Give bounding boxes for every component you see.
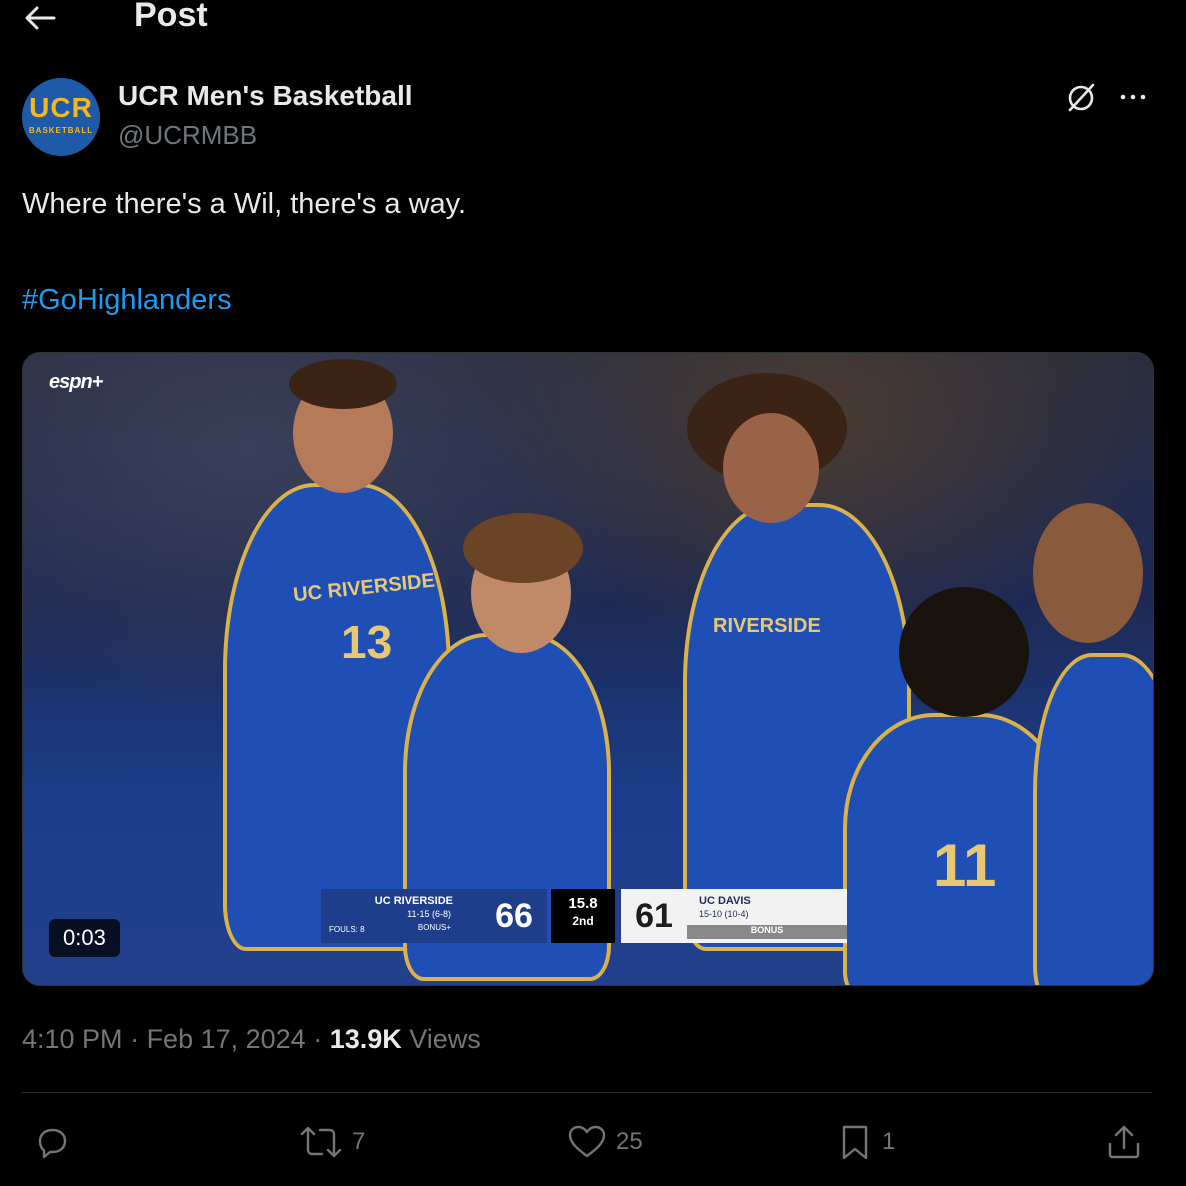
meta-separator: · xyxy=(122,1024,147,1054)
bookmark-icon xyxy=(842,1125,868,1160)
like-count: 25 xyxy=(616,1128,643,1155)
bookmark-button[interactable]: 1 xyxy=(836,1122,895,1162)
hashtag-link[interactable]: #GoHighlanders xyxy=(22,284,232,317)
player-head xyxy=(723,413,819,523)
meta-separator: · xyxy=(305,1024,330,1054)
home-team-record: 11-15 (6-8) xyxy=(407,909,451,919)
video-player[interactable]: UC RIVERSIDE 13 RIVERSIDE 11 espn+ UC RI… xyxy=(22,352,1154,986)
more-options-icon[interactable] xyxy=(1116,80,1150,114)
post-time[interactable]: 4:10 PM xyxy=(22,1024,123,1054)
divider xyxy=(22,1092,1152,1093)
author-handle[interactable]: @UCRMBB xyxy=(118,120,257,151)
avatar-logo-subtext: BASKETBALL xyxy=(28,126,94,135)
scorebug-home: UC RIVERSIDE 11-15 (6-8) FOULS: 8 BONUS+ xyxy=(321,889,481,943)
home-score: 66 xyxy=(481,889,547,943)
repost-button[interactable]: 7 xyxy=(298,1122,365,1162)
home-fouls: FOULS: 8 xyxy=(329,925,365,934)
player-head xyxy=(1033,503,1143,643)
post-meta: 4:10 PM · Feb 17, 2024 · 13.9K Views xyxy=(22,1024,481,1055)
video-duration-badge: 0:03 xyxy=(49,919,120,957)
away-bonus: BONUS xyxy=(687,925,847,939)
back-arrow-icon[interactable] xyxy=(22,2,58,34)
network-logo: espn+ xyxy=(49,371,103,393)
share-button[interactable] xyxy=(1104,1122,1144,1162)
tweet-text: Where there's a Wil, there's a way. xyxy=(22,188,467,220)
reply-icon xyxy=(38,1128,67,1159)
avatar-logo-text: UCR xyxy=(29,92,93,123)
clock-time: 15.8 xyxy=(568,895,598,912)
jersey-number-right: 11 xyxy=(933,832,997,899)
like-button[interactable]: 25 xyxy=(566,1122,643,1162)
bookmark-count: 1 xyxy=(882,1128,896,1155)
top-bar: Post xyxy=(0,0,1186,40)
home-bonus: BONUS+ xyxy=(417,923,451,932)
jersey-team-center: RIVERSIDE xyxy=(713,615,821,637)
repost-icon xyxy=(300,1126,342,1158)
player-hair xyxy=(463,513,583,583)
home-team-name: UC RIVERSIDE xyxy=(374,895,453,907)
away-score: 61 xyxy=(621,889,687,943)
reply-button[interactable] xyxy=(32,1122,80,1162)
clock-period: 2nd xyxy=(572,914,594,928)
author-display-name[interactable]: UCR Men's Basketball xyxy=(118,80,413,112)
views-count: 13.9K xyxy=(329,1024,402,1054)
player-hair xyxy=(289,359,397,409)
away-team-name: UC DAVIS xyxy=(699,895,751,907)
player-figure xyxy=(1033,653,1153,985)
player-hair xyxy=(899,587,1029,717)
repost-count: 7 xyxy=(352,1128,366,1155)
scorebug: UC RIVERSIDE 11-15 (6-8) FOULS: 8 BONUS+… xyxy=(321,889,851,943)
away-team-record: 15-10 (10-4) xyxy=(699,909,749,919)
grok-icon[interactable] xyxy=(1064,80,1098,114)
scorebug-away: UC DAVIS 15-10 (10-4) BONUS xyxy=(687,889,847,943)
share-icon xyxy=(1108,1125,1140,1159)
avatar[interactable]: UCR BASKETBALL xyxy=(22,78,100,156)
post-date[interactable]: Feb 17, 2024 xyxy=(147,1024,306,1054)
page-title: Post xyxy=(134,0,208,34)
heart-icon xyxy=(568,1125,606,1158)
views-label: Views xyxy=(401,1024,481,1054)
jersey-number-left: 13 xyxy=(341,616,393,668)
game-clock: 15.8 2nd xyxy=(551,889,615,943)
